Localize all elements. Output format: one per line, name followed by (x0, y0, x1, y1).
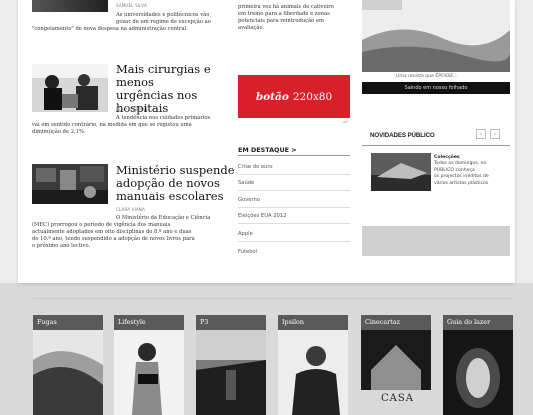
story3-text: O Ministério da Educação e Ciência (MEC)… (32, 215, 211, 249)
tile-guia-do-lazer[interactable]: Guia do lazer (443, 315, 513, 415)
ipsilon-image (278, 330, 348, 415)
tile-label: Cinecartaz (361, 315, 431, 330)
story3-byline: CLARA VIANA (116, 207, 146, 212)
destaque-item[interactable]: Futebol (238, 249, 257, 255)
tile-label: Ipsilon (278, 315, 348, 330)
colecoes-block: Colecções Todos os domingos, no PÚBLICO … (434, 155, 510, 187)
promo-photo[interactable] (362, 0, 510, 72)
story3-thumbnail[interactable] (32, 164, 108, 204)
destaque-item[interactable]: Governo (238, 197, 260, 203)
destaque-divider (238, 155, 350, 156)
cinecartaz-title: CASA (381, 393, 414, 404)
novidades-title: NOVIDADES PÚBLICO (370, 132, 435, 139)
tile-cinecartaz[interactable]: Cinecartaz CASA (361, 315, 431, 415)
story2-thumbnail[interactable] (32, 64, 108, 112)
destaque-divider (238, 241, 350, 242)
school-photo (32, 164, 108, 204)
destaque-item[interactable]: Apple (238, 231, 253, 237)
destaque-title[interactable]: EM DESTAQUE > (238, 146, 297, 154)
colecoes-text: vários artistas plásticos (434, 180, 489, 186)
story1-text-2: gozar de um regime de excepção ao (116, 19, 211, 25)
lifestyle-image (114, 330, 184, 415)
story1-text-3: "congelamento" de nova despesa na admini… (32, 26, 188, 32)
destaque-divider (238, 223, 350, 224)
destaque-item[interactable]: Crise do euro (238, 164, 273, 170)
destaque-divider (238, 207, 350, 208)
prev-arrow-button[interactable]: ‹ (476, 129, 486, 139)
novidades-divider (362, 145, 510, 146)
hospital-photo (32, 64, 108, 112)
story2-byline: JOÃO D'ESPINEY (116, 107, 151, 112)
destaque-divider (238, 174, 350, 175)
story2-text: A tendência nos cuidados primários vai e… (32, 115, 211, 135)
story1-text: As universidades e politécnicos vão (116, 12, 210, 18)
story1-thumbnail[interactable] (32, 0, 108, 12)
tile-lifestyle[interactable]: Lifestyle (114, 315, 184, 415)
fugas-image (33, 330, 103, 415)
tile-label: Guia do lazer (443, 315, 513, 330)
next-arrow-button[interactable]: › (490, 129, 500, 139)
promo-image (362, 0, 510, 72)
tile-label: Fugas (33, 315, 103, 330)
destaque-item[interactable]: Saúde (238, 180, 254, 186)
tile-p3[interactable]: P3 (196, 315, 266, 415)
colecoes-thumbnail[interactable] (371, 153, 431, 191)
promo-caption: Uma revista que ÉPOSSE... (396, 74, 458, 79)
tile-label: P3 (196, 315, 266, 330)
colecoes-image (371, 153, 431, 191)
destaque-item[interactable]: Eleições EUA 2012 (238, 213, 286, 219)
middle-top-text: primeira vez há animais de cativeiro em … (238, 4, 334, 31)
section-divider (33, 298, 514, 299)
lazer-image (443, 330, 513, 415)
promo-bar-button[interactable]: Saindo em nosso folhado (362, 82, 510, 94)
p3-image (196, 330, 266, 415)
tile-ipsilon[interactable]: Ipsilon (278, 315, 348, 415)
destaque-divider (238, 190, 350, 191)
ad-placeholder[interactable] (362, 226, 510, 256)
story1-byline: SAMUEL SILVA (116, 3, 147, 8)
ad-banner-button[interactable]: botão 220x80 (238, 75, 350, 118)
tile-label: Lifestyle (114, 315, 184, 330)
story3-headline[interactable]: Ministério suspende adopção de novos man… (116, 164, 236, 203)
ad-mark: ad (343, 120, 348, 124)
tile-fugas[interactable]: Fugas (33, 315, 103, 415)
